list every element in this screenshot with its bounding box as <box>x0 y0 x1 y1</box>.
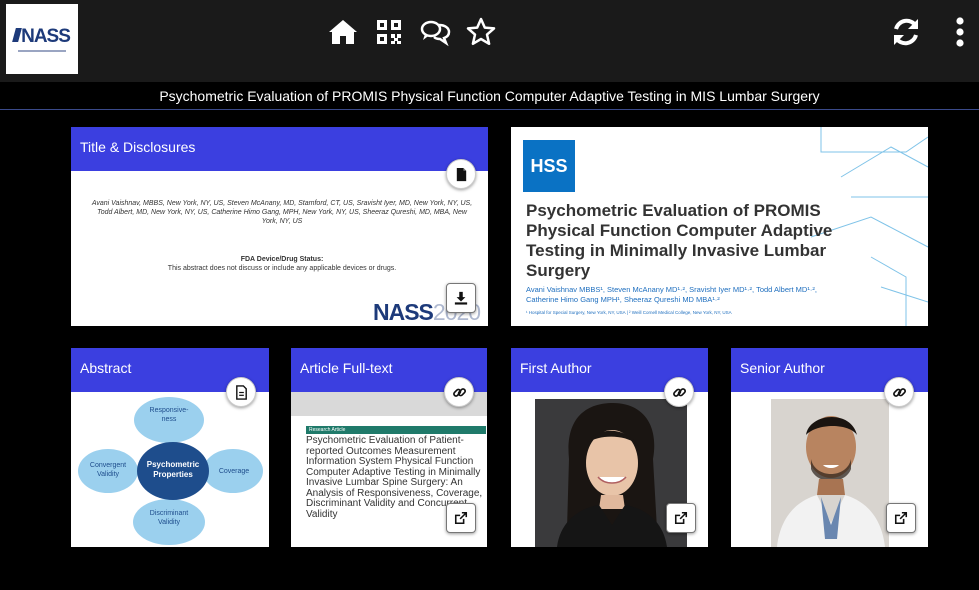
abstract-diagram: Responsive-ness Convergent Validity Cove… <box>71 392 269 547</box>
first-author-photo <box>535 399 687 547</box>
home-icon <box>329 20 357 44</box>
refresh-icon <box>894 18 918 46</box>
external-link-icon <box>454 511 468 525</box>
hss-logo: HSS <box>523 140 575 192</box>
title-bar: Psychometric Evaluation of PROMIS Physic… <box>0 82 979 110</box>
download-icon <box>454 291 468 305</box>
first-author-open-button[interactable] <box>666 503 696 533</box>
diagram-right-label: Coverage <box>218 468 250 475</box>
abstract-document-button[interactable] <box>226 377 256 407</box>
open-external-button[interactable] <box>446 503 476 533</box>
nass-logo-text: NASS <box>14 26 71 48</box>
article-fulltext-card[interactable]: Article Full-text Research Article Psych… <box>291 348 487 547</box>
link-icon <box>452 387 466 397</box>
favorites-button[interactable] <box>458 12 504 52</box>
star-icon <box>466 17 496 46</box>
more-vertical-icon <box>956 17 964 47</box>
link-icon <box>892 387 906 397</box>
senior-author-card[interactable]: Senior Author <box>731 348 928 547</box>
home-button[interactable] <box>320 12 366 52</box>
qr-code-button[interactable] <box>366 12 412 52</box>
senior-author-photo <box>771 399 889 547</box>
disclosure-authors: Avani Vaishnav, MBBS, New York, NY, US, … <box>91 200 473 225</box>
abstract-card[interactable]: Abstract Responsive-ness Convergent Vali… <box>71 348 269 547</box>
first-author-link-button[interactable] <box>664 377 694 407</box>
card-title: Title & Disclosures <box>71 127 488 171</box>
chat-button[interactable] <box>412 12 458 52</box>
link-icon <box>672 387 686 397</box>
fda-status-body: This abstract does not discuss or includ… <box>167 265 397 272</box>
qr-code-icon <box>377 20 401 44</box>
diagram-center-label: Psychometric Properties <box>146 460 200 479</box>
page-title: Psychometric Evaluation of PROMIS Physic… <box>159 87 820 104</box>
poster-title: Psychometric Evaluation of PROMIS Physic… <box>526 201 833 280</box>
first-author-card[interactable]: First Author <box>511 348 708 547</box>
top-bar: NASS <box>0 0 979 82</box>
chat-icon <box>420 20 451 47</box>
external-link-icon <box>894 511 908 525</box>
senior-author-link-button[interactable] <box>884 377 914 407</box>
senior-author-open-button[interactable] <box>886 503 916 533</box>
more-menu-button[interactable] <box>940 12 979 52</box>
diagram-top-label: Responsive-ness <box>149 407 189 423</box>
poster-authors: Avani Vaishnav MBBS¹, Steven McAnany MD¹… <box>526 285 817 304</box>
diagram-left-label: Convergent Validity <box>89 462 127 478</box>
refresh-button[interactable] <box>886 12 926 52</box>
poster-preview-card[interactable]: HSS Psychometric Evaluation of PROMIS Ph… <box>511 127 928 326</box>
title-disclosures-card[interactable]: Title & Disclosures Avani Vaishnav, MBBS… <box>71 127 488 326</box>
fda-status-title: FDA Device/Drug Status: <box>240 256 324 263</box>
poster-affiliations: ¹ Hospital for Special Surgery, New York… <box>526 310 732 315</box>
download-button[interactable] <box>446 283 476 313</box>
document-button[interactable] <box>446 159 476 189</box>
research-article-tag: Research Article <box>306 426 486 434</box>
main-nav <box>320 12 504 52</box>
external-link-icon <box>674 511 688 525</box>
document-icon <box>456 167 466 181</box>
diagram-bottom-label: Discriminant Validity <box>149 510 189 526</box>
text-document-icon <box>235 384 247 400</box>
article-link-button[interactable] <box>444 377 474 407</box>
nass-logo[interactable]: NASS <box>6 4 78 74</box>
